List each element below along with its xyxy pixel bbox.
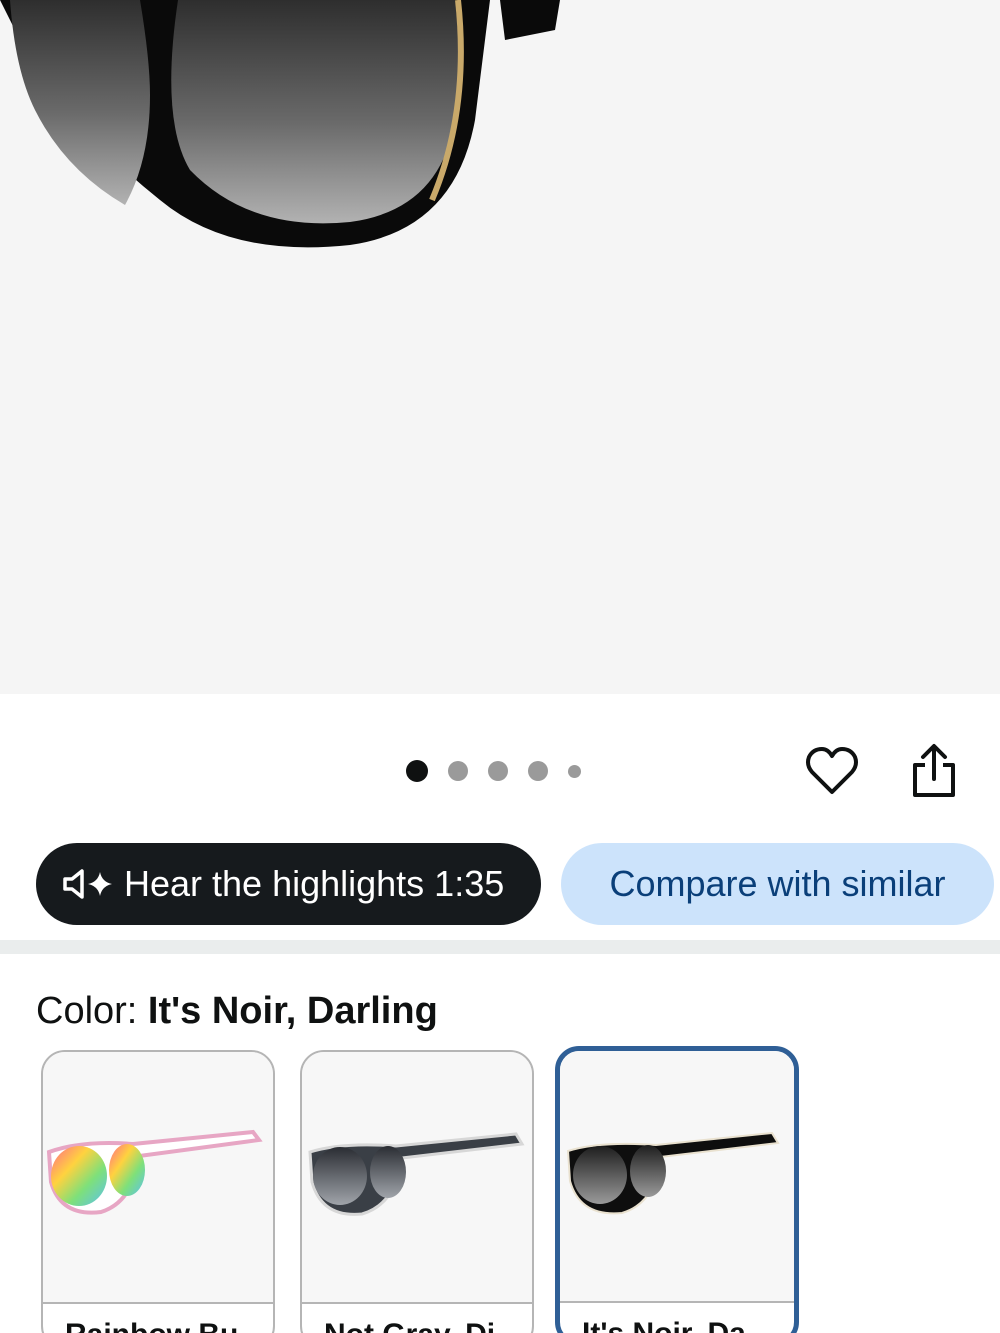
color-swatch-noir-selected[interactable]: It's Noir, Da: [555, 1046, 799, 1333]
wishlist-button[interactable]: [800, 740, 864, 804]
speaker-sparkle-icon: [62, 868, 116, 900]
pager-dot[interactable]: [488, 761, 508, 781]
pager-dot-active[interactable]: [406, 760, 428, 782]
section-divider: [0, 940, 1000, 954]
swatch-label: Rainbow Bu: [65, 1318, 238, 1333]
compare-with-similar-button[interactable]: Compare with similar: [561, 843, 994, 925]
black-sunglasses-thumb: [560, 1051, 794, 1303]
heart-icon: [806, 747, 858, 794]
swatch-label: Not Gray, Di: [324, 1318, 495, 1333]
share-icon: [913, 744, 955, 797]
share-button[interactable]: [902, 740, 966, 804]
gray-sunglasses-thumb: [302, 1052, 532, 1304]
pager-dot[interactable]: [448, 761, 468, 781]
hear-highlights-label: Hear the highlights 1:35: [124, 863, 505, 904]
pager-dot[interactable]: [528, 761, 548, 781]
product-sunglasses-image: [0, 0, 560, 248]
color-selection-label: Color: It's Noir, Darling: [36, 990, 438, 1033]
color-swatch-gray[interactable]: Not Gray, Di: [300, 1050, 534, 1333]
selected-color-value: It's Noir, Darling: [147, 990, 438, 1032]
image-pager[interactable]: [406, 758, 581, 784]
color-swatch-rainbow[interactable]: Rainbow Bu: [41, 1050, 275, 1333]
color-prefix: Color:: [36, 990, 148, 1032]
product-image-area[interactable]: [0, 0, 1000, 694]
rainbow-sunglasses-thumb: [43, 1052, 273, 1304]
swatch-label: It's Noir, Da: [582, 1317, 746, 1333]
compare-label: Compare with similar: [609, 863, 946, 904]
hear-highlights-button[interactable]: Hear the highlights 1:35: [36, 843, 541, 925]
pager-dot[interactable]: [568, 764, 581, 778]
